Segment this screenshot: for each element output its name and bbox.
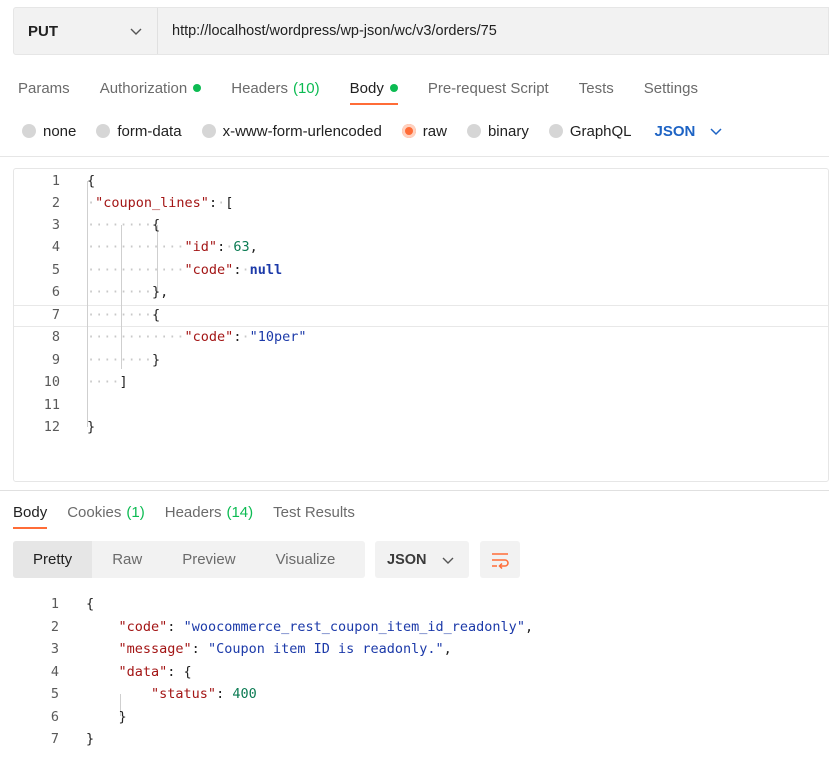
response-view-selector: Pretty Raw Preview Visualize <box>13 541 365 578</box>
wrap-lines-icon <box>492 552 509 569</box>
view-visualize-button[interactable]: Visualize <box>256 541 356 578</box>
view-raw-button[interactable]: Raw <box>92 541 162 578</box>
code-line: 2 ·"coupon_lines":·[ <box>51 195 234 211</box>
code-line: 10 ····] <box>43 374 128 390</box>
radio-circle-icon <box>201 124 216 138</box>
chevron-down-icon <box>710 128 722 136</box>
tab-test-results[interactable]: Test Results <box>273 504 355 521</box>
code-line: 2 "code": "woocommerce_rest_coupon_item_… <box>50 619 534 635</box>
code-line: 3 "message": "Coupon item ID is readonly… <box>50 641 452 657</box>
radio-raw[interactable]: raw <box>401 123 447 140</box>
wrap-lines-button[interactable] <box>480 541 520 578</box>
request-url-bar: PUT http://localhost/wordpress/wp-json/w… <box>13 7 829 55</box>
tab-settings[interactable]: Settings <box>644 80 698 97</box>
response-language-select[interactable]: JSON <box>375 541 469 578</box>
tab-pre-request-script[interactable]: Pre-request Script <box>428 80 549 97</box>
radio-selected-icon <box>401 124 416 138</box>
method-select[interactable]: PUT <box>14 8 158 54</box>
code-line: 12} <box>43 419 96 435</box>
code-line: 6 } <box>50 709 127 725</box>
radio-circle-icon <box>548 124 563 138</box>
code-line: 8 ············"code":·"10per" <box>51 329 307 345</box>
view-pretty-button[interactable]: Pretty <box>13 541 93 578</box>
code-line: 4 "data": { <box>50 664 192 680</box>
radio-graphql[interactable]: GraphQL <box>548 123 632 140</box>
response-tabs: Body Cookies (1) Headers (14) Test Results <box>13 501 375 529</box>
status-dot-icon <box>389 84 398 92</box>
tab-params[interactable]: Params <box>18 80 70 97</box>
request-body-editor[interactable]: 1{ 2 ·"coupon_lines":·[ 3 ········{ 4 ·····… <box>13 168 829 482</box>
code-line: 7 ········{ <box>51 307 161 323</box>
code-line: 1{ <box>50 596 95 612</box>
radio-binary[interactable]: binary <box>466 123 529 140</box>
radio-circle-icon <box>96 124 111 138</box>
code-line: 4 ············"id":·63, <box>51 239 258 255</box>
code-line: 11 <box>43 397 60 413</box>
code-line: 9 ········} <box>51 352 161 368</box>
radio-circle-icon <box>466 124 481 138</box>
view-preview-button[interactable]: Preview <box>162 541 255 578</box>
code-line: 1{ <box>51 173 96 189</box>
code-line: 6 ········}, <box>51 284 169 300</box>
tab-headers[interactable]: Headers (10) <box>231 80 319 97</box>
tab-authorization[interactable]: Authorization <box>100 80 202 97</box>
chevron-down-icon <box>442 557 453 564</box>
code-line: 7} <box>50 731 95 747</box>
status-dot-icon <box>193 84 202 92</box>
body-language-select[interactable]: JSON <box>655 123 724 140</box>
radio-x-www-form-urlencoded[interactable]: x-www-form-urlencoded <box>201 123 382 140</box>
code-line: 3 ········{ <box>51 217 161 233</box>
code-line: 5 "status": 400 <box>50 686 257 702</box>
method-label: PUT <box>28 22 58 40</box>
tab-response-body[interactable]: Body <box>13 504 48 529</box>
tab-cookies[interactable]: Cookies (1) <box>67 504 145 521</box>
url-input[interactable]: http://localhost/wordpress/wp-json/wc/v3… <box>158 23 497 39</box>
body-type-options: none form-data x-www-form-urlencoded raw… <box>22 120 723 142</box>
divider <box>0 490 829 491</box>
radio-circle-icon <box>22 124 36 138</box>
tab-tests[interactable]: Tests <box>579 80 614 97</box>
tab-body[interactable]: Body <box>349 80 399 105</box>
request-tabs: Params Authorization Headers (10) Body Pr… <box>18 76 728 105</box>
chevron-down-icon <box>130 28 142 35</box>
tab-response-headers[interactable]: Headers (14) <box>165 504 253 521</box>
radio-none[interactable]: none <box>22 123 76 140</box>
divider <box>0 156 829 157</box>
response-body-viewer[interactable]: 1{ 2 "code": "woocommerce_rest_coupon_it… <box>13 593 829 753</box>
code-line: 5 ············"code":·null <box>51 262 283 278</box>
radio-form-data[interactable]: form-data <box>96 123 182 140</box>
